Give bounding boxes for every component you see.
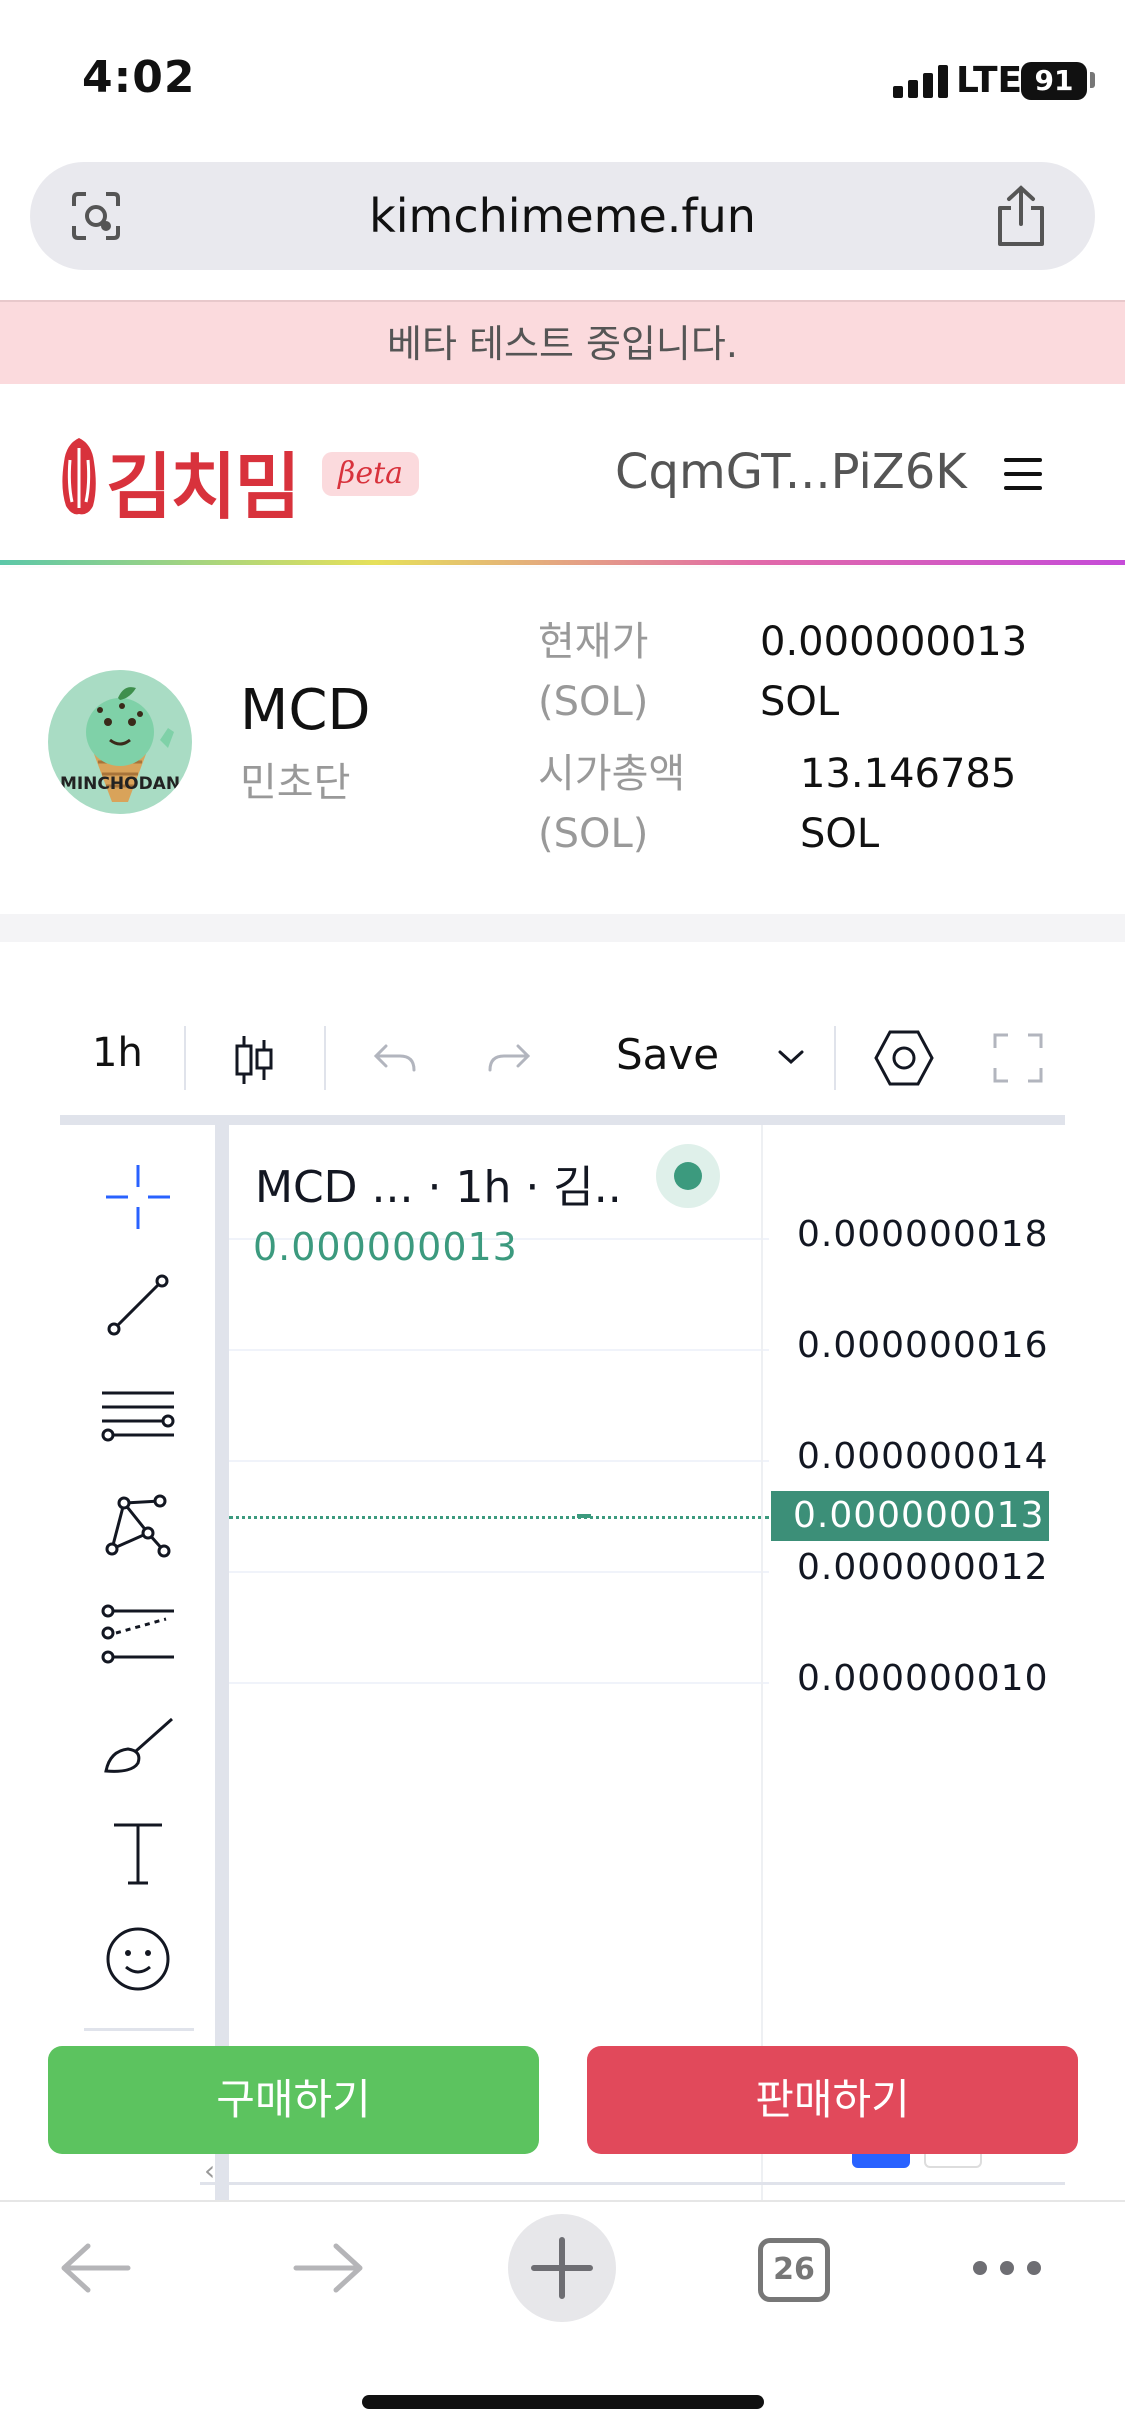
site-logo[interactable]: 김치밈 xyxy=(106,428,301,533)
parallel-lines-icon[interactable] xyxy=(98,1377,178,1457)
forward-arrow-icon[interactable] xyxy=(292,2240,366,2296)
price-value-unit: SOL xyxy=(760,679,840,725)
brush-icon[interactable] xyxy=(98,1705,178,1785)
status-dot xyxy=(674,1162,702,1190)
price-value: 0.000000013 xyxy=(760,619,1028,665)
status-time: 4:02 xyxy=(82,52,196,103)
y-axis-tick-label: 0.000000016 xyxy=(797,1325,1049,1366)
token-name: 민초단 xyxy=(240,760,351,806)
price-chart[interactable]: MCD ... · 1h · 김.. 0.000000013 0.0000000… xyxy=(229,1125,1065,2200)
price-label: 현재가 xyxy=(538,619,649,665)
settings-icon[interactable] xyxy=(872,1028,936,1088)
plus-icon xyxy=(531,2237,593,2299)
market-cap-value-unit: SOL xyxy=(800,811,880,857)
fullscreen-icon[interactable] xyxy=(992,1032,1044,1084)
battery-icon: 91 xyxy=(1021,62,1087,100)
toolbar-separator xyxy=(324,1026,326,1090)
kimchi-logo-icon[interactable] xyxy=(58,436,100,516)
chart-legend-value: 0.000000013 xyxy=(253,1225,518,1269)
current-price-line xyxy=(229,1515,769,1519)
time-scale-border xyxy=(200,2182,1065,2185)
market-cap-label-unit: (SOL) xyxy=(538,811,649,857)
grid-line xyxy=(229,1460,769,1462)
address-bar[interactable]: kimchimeme.fun xyxy=(30,162,1095,270)
chart-toolbar: 1h Save xyxy=(60,1010,1065,1110)
tabs-button[interactable]: 26 xyxy=(758,2238,830,2302)
interval-button[interactable]: 1h xyxy=(92,1030,143,1076)
token-avatar: MINCHODAN xyxy=(48,670,192,814)
back-arrow-icon[interactable] xyxy=(58,2240,132,2296)
avatar-label: MINCHODAN xyxy=(59,774,181,794)
price-candle xyxy=(577,1513,591,1518)
buy-button[interactable]: 구매하기 xyxy=(48,2046,539,2154)
undo-icon[interactable] xyxy=(370,1032,420,1082)
current-price-tag: 0.000000013 xyxy=(771,1490,1049,1541)
status-bar: 4:02 LTE 91 xyxy=(0,0,1125,150)
cellular-signal-icon xyxy=(893,64,949,98)
hamburger-menu-icon[interactable] xyxy=(1004,458,1042,490)
y-axis-tick-label: 0.000000010 xyxy=(797,1658,1049,1699)
token-info-card: MINCHODAN MCD 민초단 현재가 (SOL) 0.000000013 … xyxy=(0,568,1125,914)
sell-button[interactable]: 판매하기 xyxy=(587,2046,1078,2154)
price-axis-separator xyxy=(761,1125,763,2200)
network-type: LTE xyxy=(956,60,1023,101)
grid-line xyxy=(229,1682,769,1684)
pattern-icon[interactable] xyxy=(98,1485,178,1565)
drawing-toolbar xyxy=(60,1125,215,2200)
more-options-icon[interactable] xyxy=(970,2258,1044,2278)
chart-border xyxy=(60,1115,1065,1125)
toolbar-separator xyxy=(834,1026,836,1090)
time-scale[interactable]: ‹ xyxy=(200,2150,1065,2200)
beta-badge: βeta xyxy=(322,452,420,496)
price-label-unit: (SOL) xyxy=(538,679,649,725)
section-gap xyxy=(0,914,1125,942)
save-button[interactable]: Save xyxy=(616,1030,719,1079)
visual-lookup-icon[interactable] xyxy=(68,188,124,244)
redo-icon[interactable] xyxy=(484,1032,534,1082)
market-cap-value: 13.146785 xyxy=(800,751,1017,797)
chevron-down-icon[interactable] xyxy=(776,1048,806,1068)
new-tab-button[interactable] xyxy=(508,2214,616,2322)
home-indicator xyxy=(362,2395,764,2409)
battery-tip xyxy=(1090,72,1095,88)
token-symbol: MCD xyxy=(240,678,371,743)
candlestick-chart-icon[interactable] xyxy=(232,1032,276,1088)
grid-line xyxy=(229,1349,769,1351)
toolbar-separator xyxy=(184,1026,186,1090)
emoji-icon[interactable] xyxy=(98,1919,178,1999)
market-status-indicator[interactable] xyxy=(656,1144,720,1208)
beta-banner: 베타 테스트 중입니다. xyxy=(0,300,1125,384)
forecast-icon[interactable] xyxy=(98,1595,178,1675)
chart-legend-title[interactable]: MCD ... · 1h · 김.. xyxy=(255,1151,622,1215)
trend-line-icon[interactable] xyxy=(98,1265,178,1345)
wallet-address-button[interactable]: CqmGT...PiZ6K xyxy=(615,444,967,500)
tools-separator xyxy=(215,1125,229,2200)
text-tool-icon[interactable] xyxy=(98,1813,178,1893)
url-text[interactable]: kimchimeme.fun xyxy=(30,162,1095,270)
grid-line xyxy=(229,1571,769,1573)
site-header: 김치밈 βeta CqmGT...PiZ6K xyxy=(0,384,1125,565)
y-axis-tick-label: 0.000000014 xyxy=(797,1436,1049,1477)
y-axis-tick-label: 0.000000018 xyxy=(797,1214,1049,1255)
tools-divider xyxy=(84,2028,194,2031)
share-icon[interactable] xyxy=(992,184,1050,248)
market-cap-label: 시가총액 xyxy=(538,751,686,797)
y-axis-tick-label: 0.000000012 xyxy=(797,1547,1049,1588)
header-divider xyxy=(0,560,1125,565)
crosshair-icon[interactable] xyxy=(98,1157,178,1237)
